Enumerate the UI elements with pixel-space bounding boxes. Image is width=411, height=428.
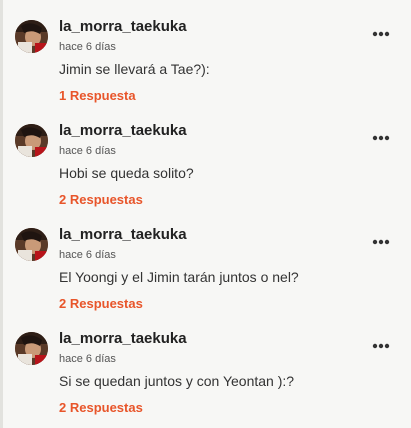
timestamp: hace 6 días <box>59 41 116 53</box>
comment-item: la_morra_taekuka hace 6 días Hobi se que… <box>0 104 411 208</box>
timestamp: hace 6 días <box>59 249 116 261</box>
comment-item: la_morra_taekuka hace 6 días Si se queda… <box>0 312 411 416</box>
timestamp: hace 6 días <box>59 353 116 365</box>
comment-item: la_morra_taekuka hace 6 días El Yoongi y… <box>0 208 411 312</box>
more-dots-icon <box>372 31 390 37</box>
comment-text: Si se quedan juntos y con Yeontan ):? <box>59 373 295 389</box>
avatar[interactable] <box>15 228 48 261</box>
avatar-image <box>15 332 48 365</box>
more-options-button[interactable] <box>366 236 394 248</box>
more-options-button[interactable] <box>366 340 394 352</box>
avatar-image <box>15 20 48 53</box>
comment-text: Hobi se queda solito? <box>59 165 194 181</box>
more-options-button[interactable] <box>366 28 394 40</box>
comment-item: la_morra_taekuka hace 6 días Jimin se ll… <box>0 0 411 104</box>
more-dots-icon <box>372 343 390 349</box>
timestamp: hace 6 días <box>59 145 116 157</box>
avatar-image <box>15 228 48 261</box>
username[interactable]: la_morra_taekuka <box>59 18 187 35</box>
avatar[interactable] <box>15 332 48 365</box>
replies-link[interactable]: 2 Respuestas <box>59 400 143 415</box>
more-dots-icon <box>372 135 390 141</box>
comment-list: la_morra_taekuka hace 6 días Jimin se ll… <box>0 0 411 416</box>
username[interactable]: la_morra_taekuka <box>59 122 187 139</box>
replies-link[interactable]: 2 Respuestas <box>59 296 143 311</box>
comment-text: El Yoongi y el Jimin tarán juntos o nel? <box>59 269 299 285</box>
comment-text: Jimin se llevará a Tae?): <box>59 61 210 77</box>
more-dots-icon <box>372 239 390 245</box>
username[interactable]: la_morra_taekuka <box>59 226 187 243</box>
avatar[interactable] <box>15 124 48 157</box>
replies-link[interactable]: 1 Respuesta <box>59 88 136 103</box>
avatar-image <box>15 124 48 157</box>
username[interactable]: la_morra_taekuka <box>59 330 187 347</box>
replies-link[interactable]: 2 Respuestas <box>59 192 143 207</box>
avatar[interactable] <box>15 20 48 53</box>
more-options-button[interactable] <box>366 132 394 144</box>
